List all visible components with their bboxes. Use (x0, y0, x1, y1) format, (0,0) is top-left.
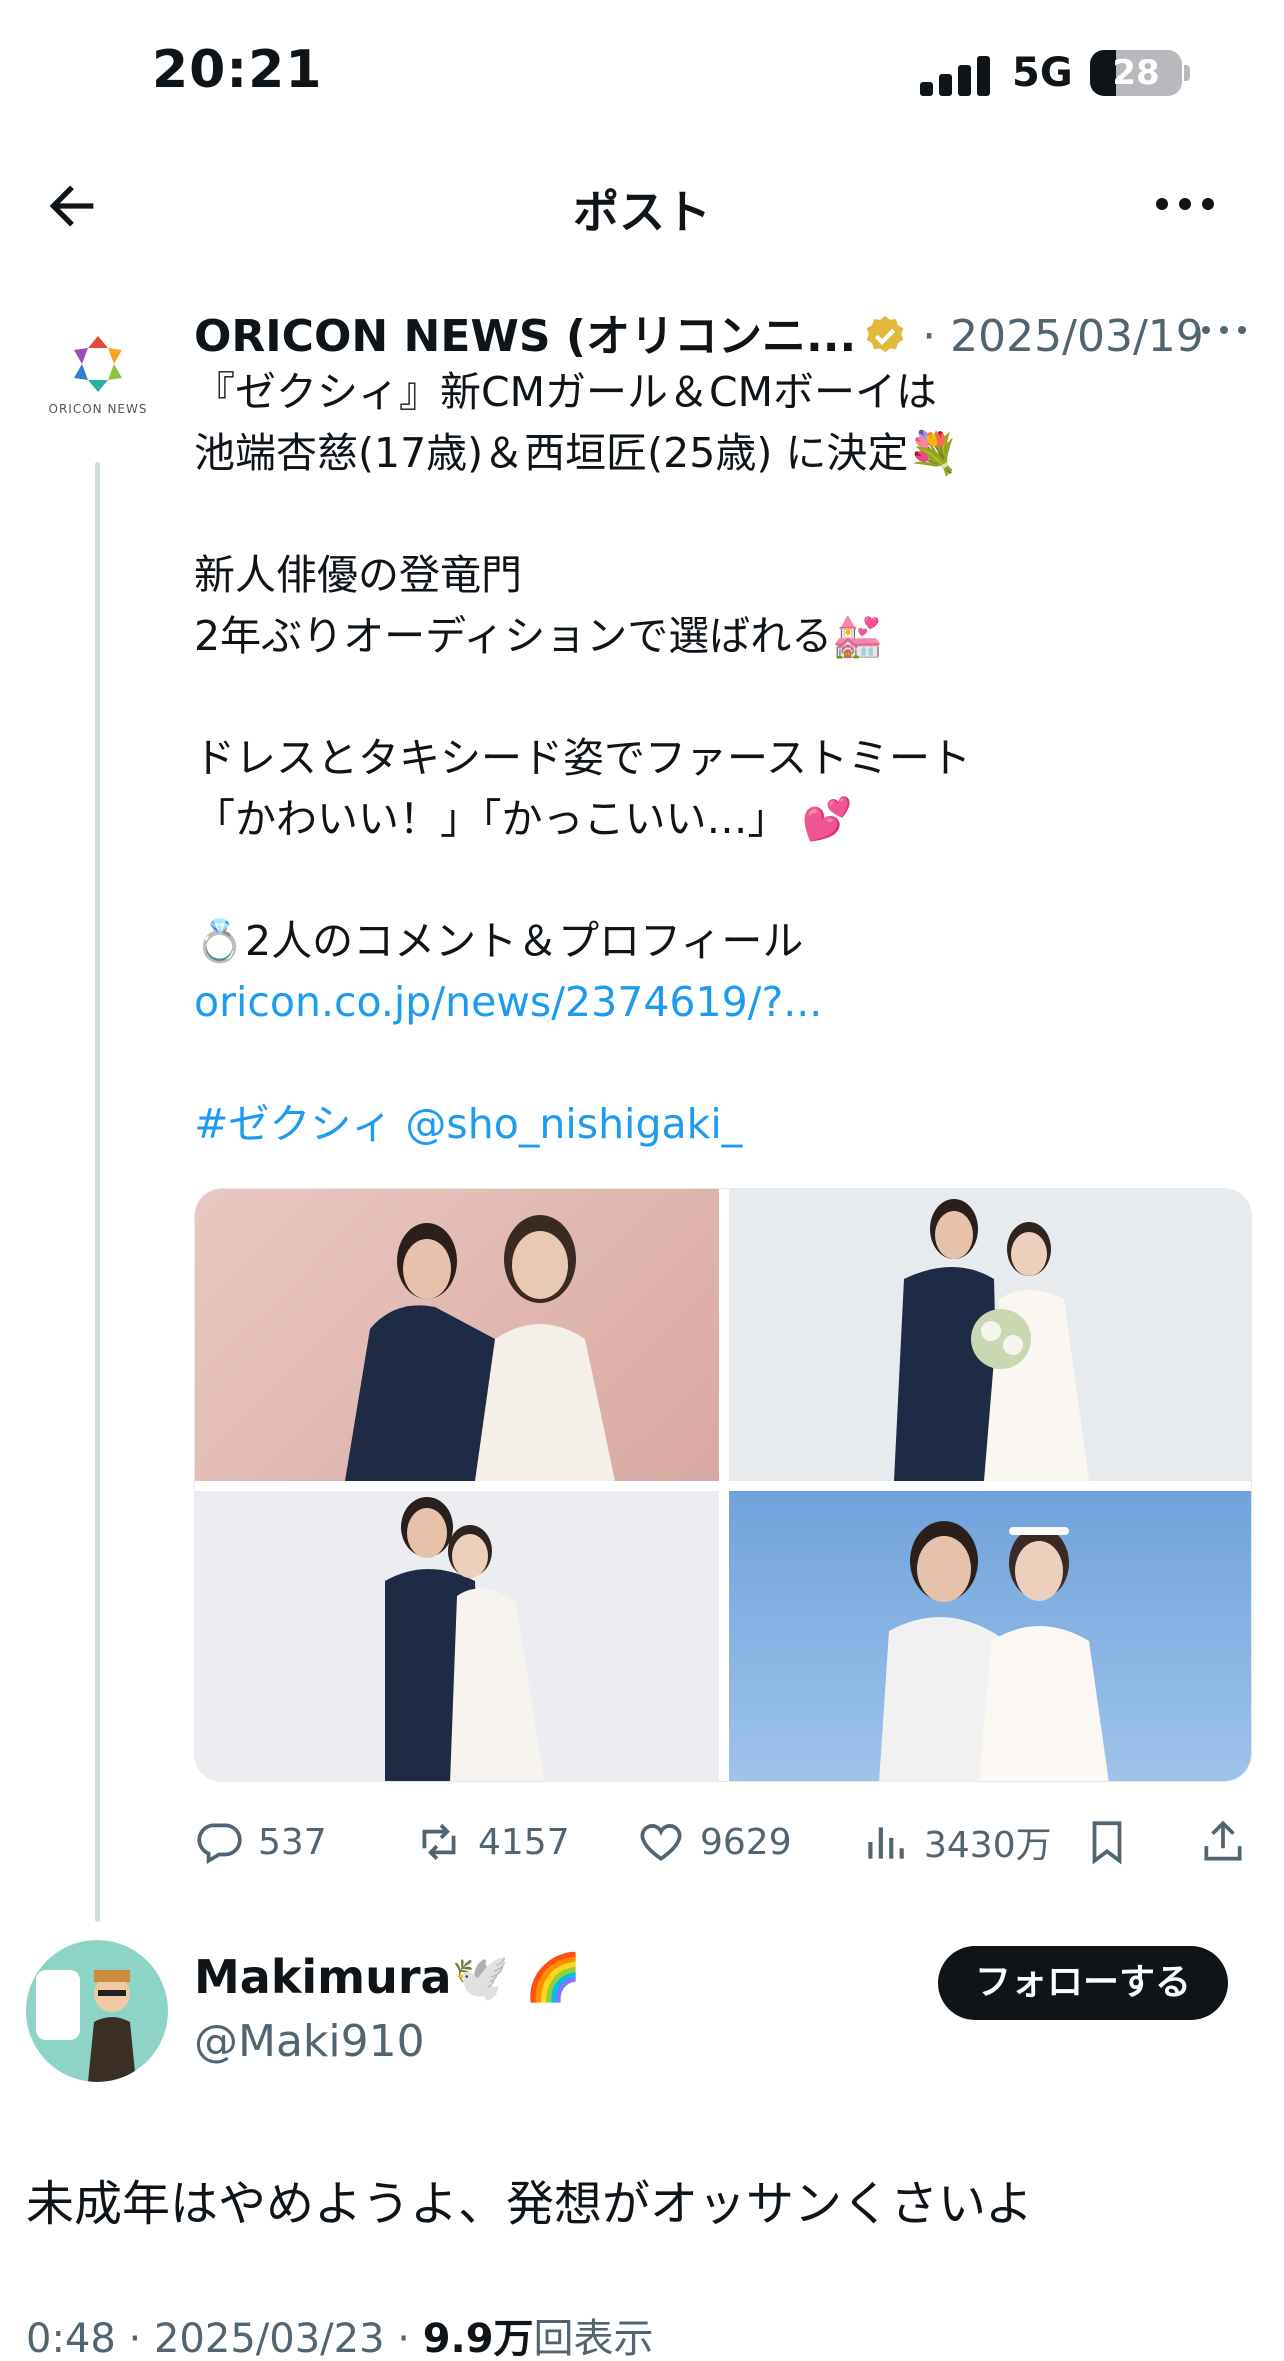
status-time: 20:21 (152, 40, 323, 100)
reply-time: 0:48 (26, 2316, 116, 2361)
author-avatar[interactable]: ORICON NEWS (40, 310, 156, 426)
more-icon[interactable] (1150, 172, 1220, 236)
hashtag-link[interactable]: #ゼクシィ (194, 1100, 392, 1148)
reply-icon (197, 1823, 242, 1865)
views-count: 3430万 (924, 1825, 1052, 1866)
views-button[interactable]: 3430万 (860, 1810, 1052, 1874)
share-button[interactable] (1198, 1810, 1262, 1874)
tweet-line: ドレスとタキシード姿でファーストミート (194, 734, 971, 782)
like-button[interactable]: 9629 (636, 1810, 792, 1874)
network-type: 5G (1012, 50, 1073, 96)
views-icon (868, 1827, 904, 1859)
tweet-more-icon[interactable] (1194, 300, 1254, 360)
photo-2[interactable] (729, 1189, 1251, 1481)
meta-separator: · (922, 311, 937, 362)
thread-line (95, 462, 100, 1922)
tweet-line: 💍2人のコメント＆プロフィール (194, 917, 804, 965)
reply-author-name[interactable]: Makimura🕊️ 🌈 (194, 1950, 582, 2005)
reply-views-label: 回表示 (533, 2316, 654, 2361)
nav-header: ポスト (0, 150, 1284, 262)
mention-link[interactable]: @sho_nishigaki_ (405, 1100, 742, 1148)
battery-level: 28 (1112, 53, 1160, 93)
retweet-count: 4157 (478, 1821, 570, 1863)
tweet-line: 2年ぶりオーディションで選ばれる💒 (194, 612, 884, 660)
reply-avatar[interactable] (26, 1940, 168, 2082)
battery-icon: 28 (1090, 50, 1182, 96)
photo-1[interactable] (195, 1189, 719, 1481)
reply-views-count: 9.9万 (422, 2316, 534, 2361)
photo-grid (194, 1188, 1252, 1782)
retweet-button[interactable]: 4157 (414, 1810, 570, 1874)
like-count: 9629 (700, 1821, 792, 1863)
reply-button[interactable]: 537 (194, 1810, 327, 1874)
reply-meta: 0:48 · 2025/03/23 · 9.9万回表示 (26, 2316, 654, 2361)
battery-cap (1184, 65, 1190, 81)
follow-button[interactable]: フォローする (938, 1946, 1228, 2020)
tweet-line: 池端杏慈(17歳)＆西垣匠(25歳) に決定💐 (194, 429, 960, 477)
reply-author-handle[interactable]: @Maki910 (194, 2016, 425, 2067)
reply-date: 2025/03/23 (153, 2316, 385, 2361)
tweet-line: 新人俳優の登竜門 (194, 551, 522, 599)
reply-count: 537 (258, 1821, 327, 1863)
bookmark-button[interactable] (1082, 1810, 1146, 1874)
author-name[interactable]: ORICON NEWS (オリコンニ... (194, 311, 856, 362)
tweet-text: 『ゼクシィ』新CMガール＆CMボーイは 池端杏慈(17歳)＆西垣匠(25歳) に… (194, 362, 1254, 1155)
tweet-date[interactable]: 2025/03/19 (950, 311, 1204, 362)
signal-icon (920, 54, 990, 96)
reply-text: 未成年はやめようよ、発想がオッサンくさいよ (26, 2176, 1034, 2232)
status-bar: 20:21 5G 28 (0, 0, 1284, 150)
oricon-logo-text: ORICON NEWS (48, 402, 148, 416)
photo-4[interactable] (729, 1491, 1251, 1781)
page-title: ポスト (573, 185, 711, 239)
photo-3[interactable] (195, 1491, 719, 1781)
tweet-line: 『ゼクシィ』新CMガール＆CMボーイは (194, 368, 938, 416)
bookmark-icon (1092, 1821, 1122, 1865)
tweet-line: 「かわいい！」「かっこいい…」 💕 (194, 795, 853, 843)
retweet-icon (422, 1824, 456, 1860)
share-icon (1204, 1820, 1242, 1861)
verified-gold-icon (862, 313, 908, 359)
tweet-actions: 537 4157 9629 3430万 (194, 1810, 1264, 1874)
like-icon (640, 1824, 682, 1861)
tweet-link[interactable]: oricon.co.jp/news/2374619/?... (194, 972, 1254, 1033)
tweet-header: ORICON NEWS (オリコンニ... · 2025/03/19 (194, 300, 1254, 362)
